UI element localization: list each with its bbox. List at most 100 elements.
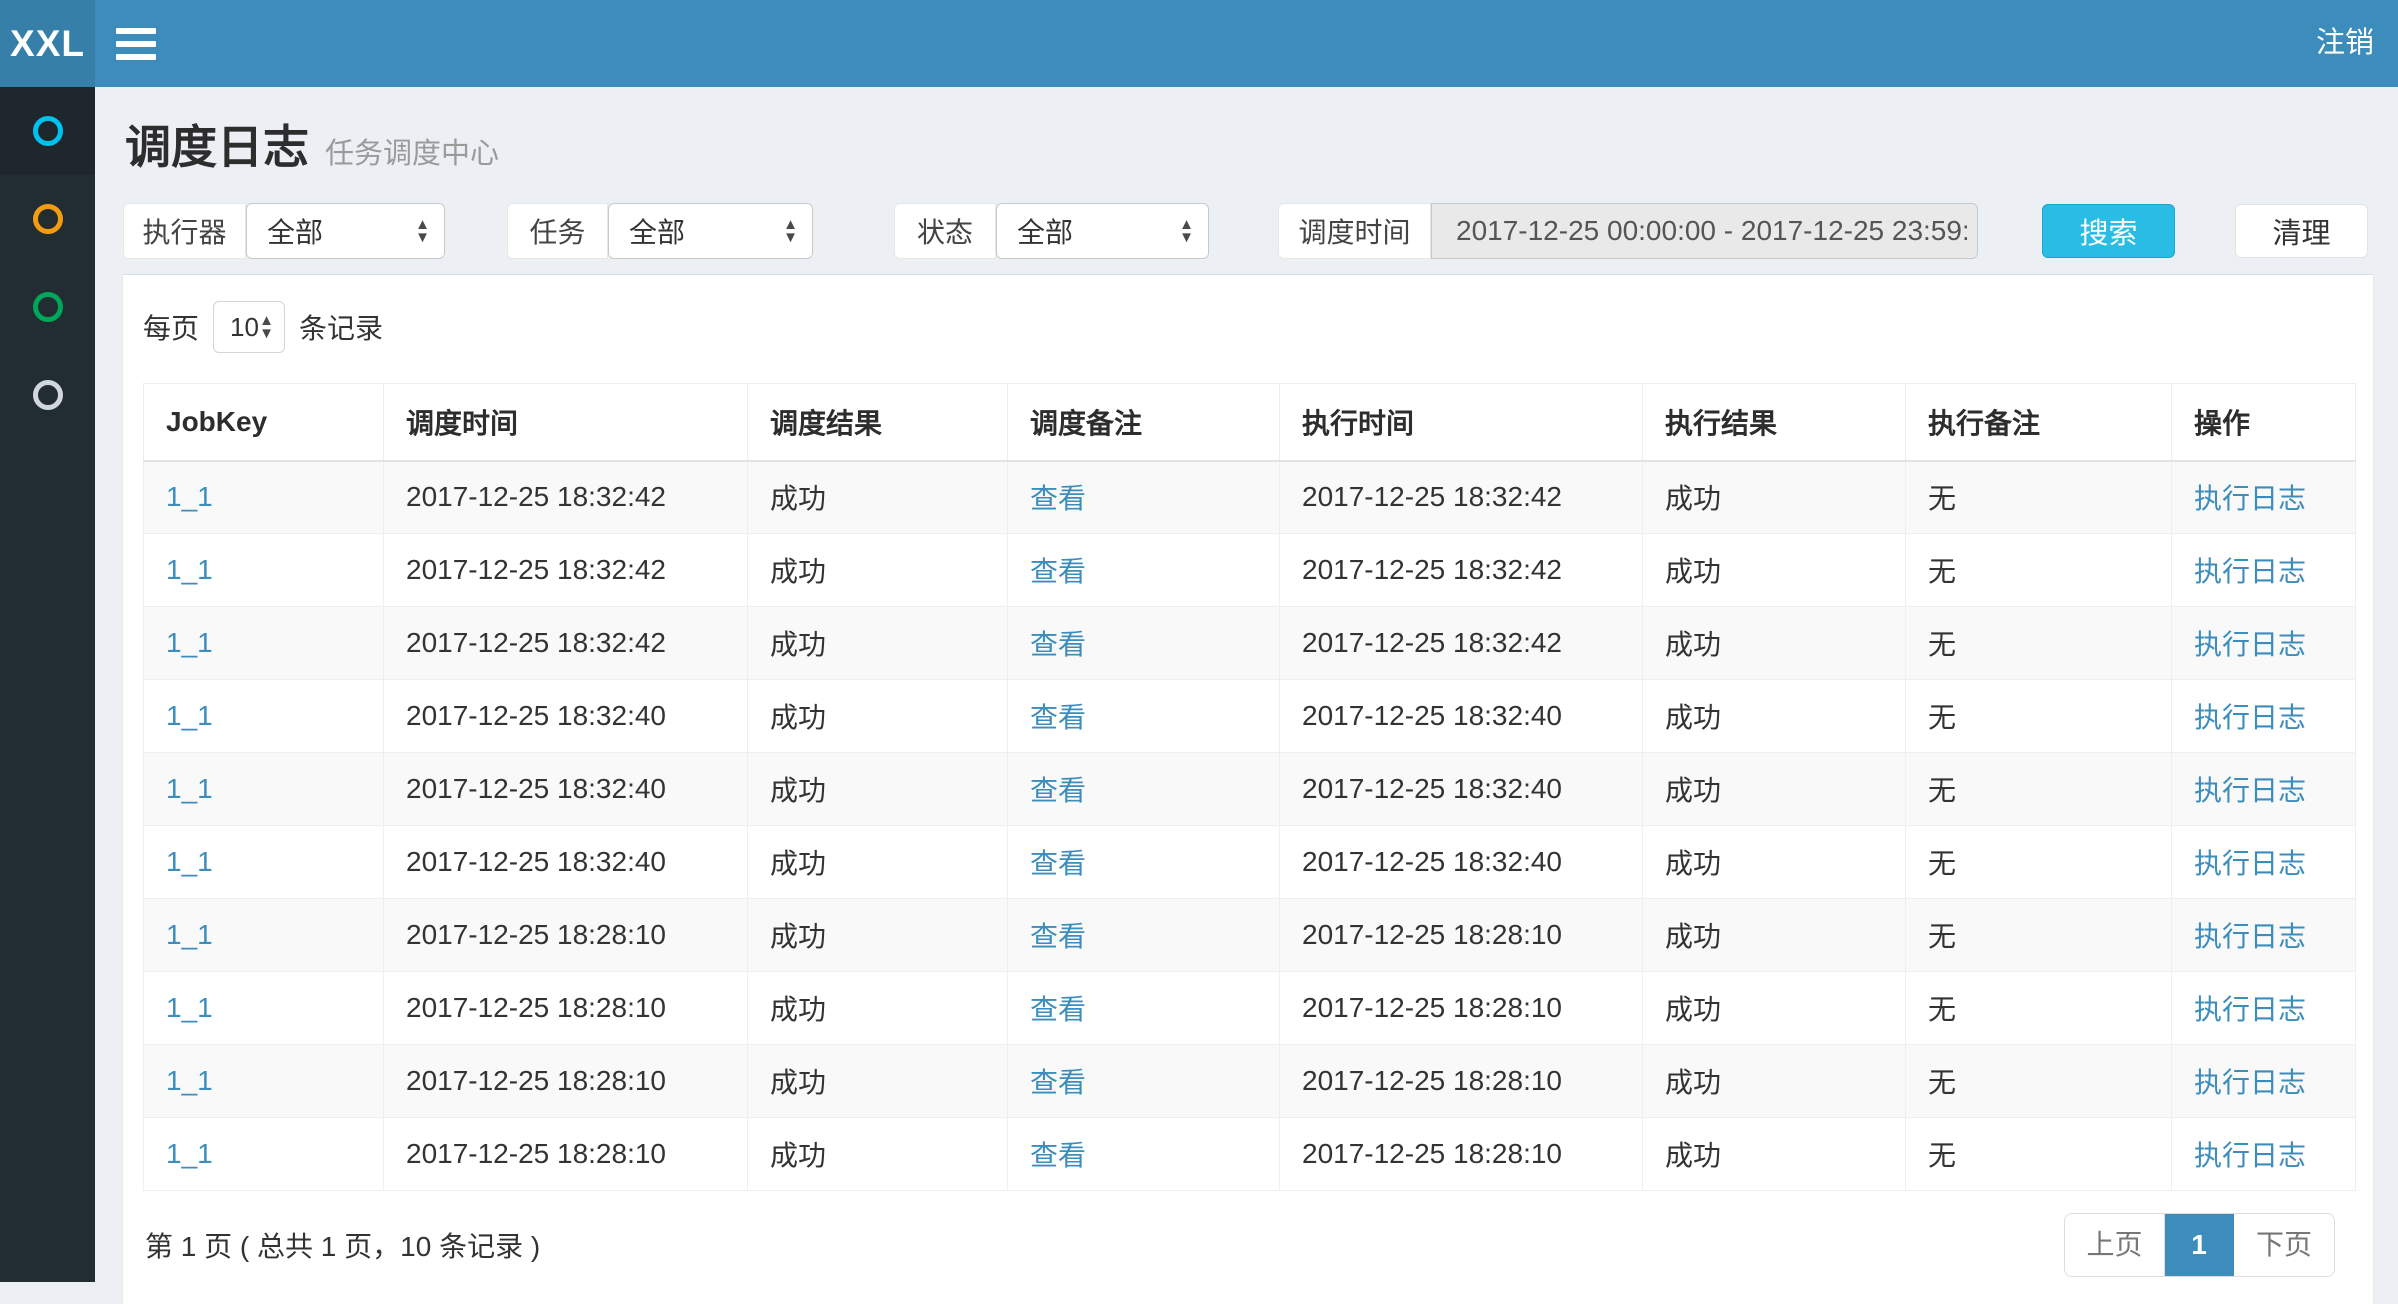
view-link[interactable]: 查看 bbox=[1030, 702, 1086, 733]
sidebar-item-3[interactable] bbox=[0, 263, 95, 351]
view-link[interactable]: 查看 bbox=[1030, 629, 1086, 660]
handle-time-cell: 2017-12-25 18:32:42 bbox=[1280, 607, 1643, 680]
handle-msg-cell: 无 bbox=[1906, 972, 2172, 1045]
logout-link[interactable]: 注销 bbox=[2316, 0, 2374, 87]
next-page-button[interactable]: 下页 bbox=[2234, 1214, 2334, 1276]
handle-result-cell: 成功 bbox=[1643, 899, 1906, 972]
exec-log-link[interactable]: 执行日志 bbox=[2194, 629, 2306, 660]
trigger-msg-cell: 查看 bbox=[1008, 1045, 1280, 1118]
log-panel: 每页 10 ▲▼ 条记录 JobKey 调度时间 调度结果 调度备注 执行时间 … bbox=[123, 274, 2373, 1304]
select-arrows-icon: ▲▼ bbox=[1179, 218, 1194, 244]
sidebar-toggle-button[interactable] bbox=[95, 0, 177, 87]
executor-label: 执行器 bbox=[123, 203, 246, 259]
table-row: 1_1 2017-12-25 18:32:40 成功 查看 2017-12-25… bbox=[144, 753, 2356, 826]
jobkey-cell: 1_1 bbox=[144, 826, 384, 899]
jobkey-link[interactable]: 1_1 bbox=[166, 1138, 213, 1169]
action-cell: 执行日志 bbox=[2172, 826, 2356, 899]
exec-log-link[interactable]: 执行日志 bbox=[2194, 702, 2306, 733]
exec-log-link[interactable]: 执行日志 bbox=[2194, 483, 2306, 514]
select-arrows-icon: ▲▼ bbox=[259, 314, 274, 340]
table-row: 1_1 2017-12-25 18:32:40 成功 查看 2017-12-25… bbox=[144, 680, 2356, 753]
job-select[interactable]: 全部 ▲▼ bbox=[608, 203, 813, 259]
sidebar-item-4[interactable] bbox=[0, 351, 95, 439]
main-content: 调度日志 任务调度中心 执行器 全部 ▲▼ 任务 全部 ▲▼ 状态 全部 ▲▼ bbox=[95, 87, 2398, 1282]
prev-page-button[interactable]: 上页 bbox=[2065, 1214, 2165, 1276]
status-select[interactable]: 全部 ▲▼ bbox=[996, 203, 1209, 259]
select-arrows-icon: ▲▼ bbox=[783, 218, 798, 244]
page-size-control: 每页 10 ▲▼ 条记录 bbox=[143, 301, 2353, 353]
view-link[interactable]: 查看 bbox=[1030, 483, 1086, 514]
jobkey-link[interactable]: 1_1 bbox=[166, 481, 213, 512]
exec-log-link[interactable]: 执行日志 bbox=[2194, 1067, 2306, 1098]
view-link[interactable]: 查看 bbox=[1030, 1140, 1086, 1171]
current-page-button[interactable]: 1 bbox=[2165, 1214, 2234, 1276]
trigger-time-cell: 2017-12-25 18:32:42 bbox=[384, 461, 748, 534]
table-row: 1_1 2017-12-25 18:28:10 成功 查看 2017-12-25… bbox=[144, 1118, 2356, 1191]
view-link[interactable]: 查看 bbox=[1030, 1067, 1086, 1098]
exec-log-link[interactable]: 执行日志 bbox=[2194, 775, 2306, 806]
jobkey-link[interactable]: 1_1 bbox=[166, 554, 213, 585]
col-handle-msg: 执行备注 bbox=[1906, 384, 2172, 461]
page-size-select[interactable]: 10 ▲▼ bbox=[213, 301, 285, 353]
sidebar-item-1[interactable] bbox=[0, 87, 95, 175]
handle-msg-cell: 无 bbox=[1906, 826, 2172, 899]
trigger-time-cell: 2017-12-25 18:32:42 bbox=[384, 534, 748, 607]
trigger-result-cell: 成功 bbox=[748, 826, 1008, 899]
trigger-msg-cell: 查看 bbox=[1008, 899, 1280, 972]
exec-log-link[interactable]: 执行日志 bbox=[2194, 556, 2306, 587]
jobkey-link[interactable]: 1_1 bbox=[166, 700, 213, 731]
jobkey-cell: 1_1 bbox=[144, 607, 384, 680]
action-cell: 执行日志 bbox=[2172, 680, 2356, 753]
table-row: 1_1 2017-12-25 18:28:10 成功 查看 2017-12-25… bbox=[144, 1045, 2356, 1118]
table-row: 1_1 2017-12-25 18:32:40 成功 查看 2017-12-25… bbox=[144, 826, 2356, 899]
select-arrows-icon: ▲▼ bbox=[415, 218, 430, 244]
exec-log-link[interactable]: 执行日志 bbox=[2194, 848, 2306, 879]
executor-select[interactable]: 全部 ▲▼ bbox=[246, 203, 445, 259]
handle-time-cell: 2017-12-25 18:28:10 bbox=[1280, 899, 1643, 972]
job-select-value: 全部 bbox=[629, 211, 685, 251]
page-size-suffix: 条记录 bbox=[299, 307, 383, 347]
trigger-result-cell: 成功 bbox=[748, 461, 1008, 534]
jobkey-link[interactable]: 1_1 bbox=[166, 773, 213, 804]
handle-msg-cell: 无 bbox=[1906, 1118, 2172, 1191]
trigger-time-cell: 2017-12-25 18:28:10 bbox=[384, 1118, 748, 1191]
jobkey-cell: 1_1 bbox=[144, 753, 384, 826]
trigger-msg-cell: 查看 bbox=[1008, 753, 1280, 826]
jobkey-link[interactable]: 1_1 bbox=[166, 919, 213, 950]
table-footer: 第 1 页 ( 总共 1 页，10 条记录 ) 上页 1 下页 bbox=[143, 1213, 2353, 1277]
exec-log-link[interactable]: 执行日志 bbox=[2194, 1140, 2306, 1171]
jobkey-link[interactable]: 1_1 bbox=[166, 627, 213, 658]
exec-log-link[interactable]: 执行日志 bbox=[2194, 994, 2306, 1025]
page-size-prefix: 每页 bbox=[143, 307, 199, 347]
view-link[interactable]: 查看 bbox=[1030, 775, 1086, 806]
col-trigger-time: 调度时间 bbox=[384, 384, 748, 461]
search-button[interactable]: 搜索 bbox=[2042, 204, 2175, 258]
col-trigger-msg: 调度备注 bbox=[1008, 384, 1280, 461]
trigger-time-cell: 2017-12-25 18:28:10 bbox=[384, 972, 748, 1045]
view-link[interactable]: 查看 bbox=[1030, 921, 1086, 952]
handle-msg-cell: 无 bbox=[1906, 607, 2172, 680]
handle-result-cell: 成功 bbox=[1643, 753, 1906, 826]
jobkey-link[interactable]: 1_1 bbox=[166, 846, 213, 877]
view-link[interactable]: 查看 bbox=[1030, 556, 1086, 587]
handle-msg-cell: 无 bbox=[1906, 753, 2172, 826]
status-select-value: 全部 bbox=[1017, 211, 1073, 251]
trigger-time-range-input[interactable] bbox=[1431, 203, 1978, 259]
handle-result-cell: 成功 bbox=[1643, 607, 1906, 680]
executor-filter-group: 执行器 全部 ▲▼ bbox=[123, 203, 445, 259]
trigger-result-cell: 成功 bbox=[748, 972, 1008, 1045]
status-filter-group: 状态 全部 ▲▼ bbox=[894, 203, 1209, 259]
jobkey-link[interactable]: 1_1 bbox=[166, 992, 213, 1023]
exec-log-link[interactable]: 执行日志 bbox=[2194, 921, 2306, 952]
action-cell: 执行日志 bbox=[2172, 972, 2356, 1045]
clear-log-button[interactable]: 清理 bbox=[2235, 204, 2368, 258]
jobkey-link[interactable]: 1_1 bbox=[166, 1065, 213, 1096]
job-filter-group: 任务 全部 ▲▼ bbox=[507, 203, 813, 259]
view-link[interactable]: 查看 bbox=[1030, 994, 1086, 1025]
jobkey-cell: 1_1 bbox=[144, 534, 384, 607]
handle-result-cell: 成功 bbox=[1643, 1118, 1906, 1191]
trigger-time-cell: 2017-12-25 18:32:40 bbox=[384, 680, 748, 753]
view-link[interactable]: 查看 bbox=[1030, 848, 1086, 879]
handle-msg-cell: 无 bbox=[1906, 899, 2172, 972]
sidebar-item-2[interactable] bbox=[0, 175, 95, 263]
